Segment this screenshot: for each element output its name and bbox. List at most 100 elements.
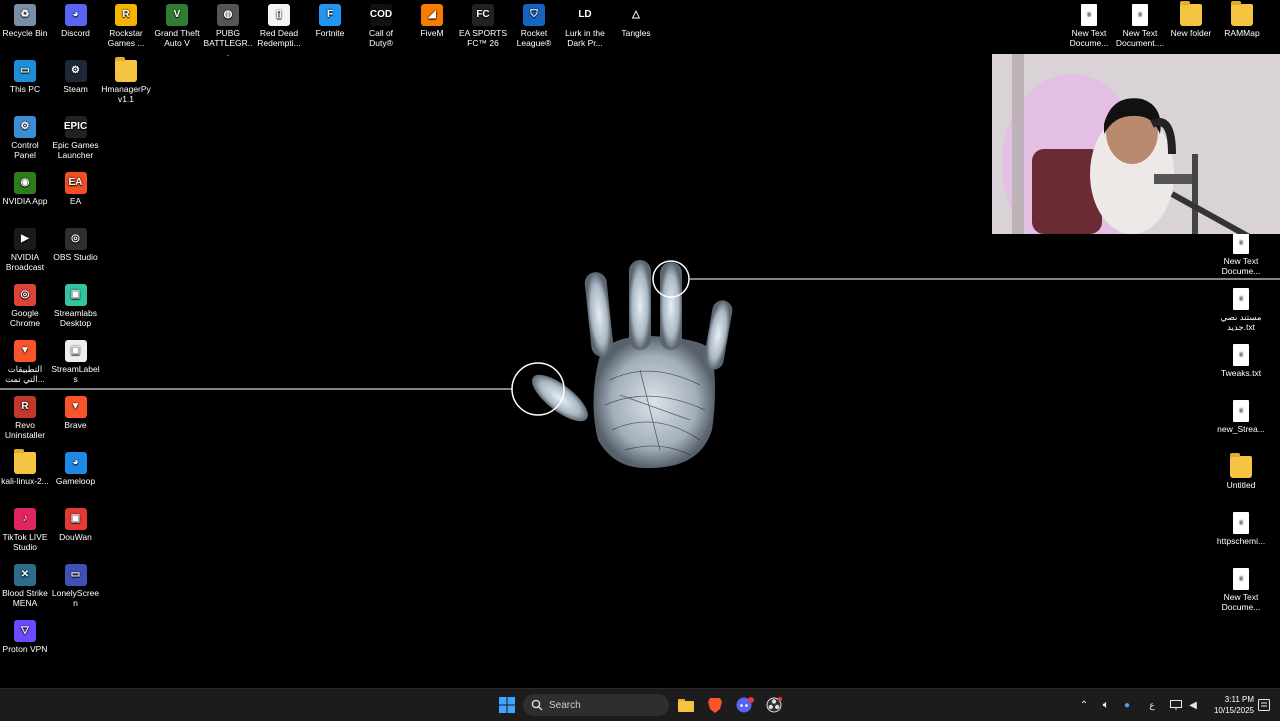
desktop-shortcut-label: httpschemi... (1216, 536, 1266, 546)
desktop-shortcut-red-dead-redempti[interactable]: ▯ Red Dead Redempti... (254, 0, 304, 48)
desktop-shortcut-new-text-docume[interactable]: ≡ New Text Docume... (1216, 564, 1266, 612)
desktop-shortcut-lonelyscreen[interactable]: ▭ LonelyScreen (51, 560, 101, 608)
taskbar: Search ⌃ 🔈︎ ● ع ◀︎ 3:11 PM 10/15/2025 (0, 688, 1280, 721)
clock-time: 3:11 PM (1224, 695, 1254, 704)
desktop-shortcut-item[interactable]: ▼ التطبيقات التي تمت... (0, 336, 50, 384)
desktop-shortcut-new-text-docume[interactable]: ≡ New Text Docume... (1064, 0, 1114, 48)
taskbar-clock[interactable]: 3:11 PM 10/15/2025 (1204, 694, 1254, 716)
desktop-shortcut-tweaks-txt[interactable]: ≡ Tweaks.txt (1216, 340, 1266, 378)
desktop-shortcut-label: Tangles (621, 28, 651, 38)
tray-network-area (1170, 689, 1182, 721)
monitor-icon: ▭ (14, 60, 36, 82)
desktop-shortcut-new-folder[interactable]: New folder (1166, 0, 1216, 38)
desktop-shortcut-label: New Text Docume... (1069, 28, 1109, 48)
desktop-shortcut-gameloop[interactable]: ◕ Gameloop (51, 448, 101, 486)
revo-uninstaller-icon: R (14, 396, 36, 418)
folder-icon (1230, 453, 1252, 478)
desktop-shortcut-new-text-docume[interactable]: ≡ New Text Docume... (1216, 228, 1266, 276)
obs-taskbar-button[interactable] (764, 693, 784, 717)
desktop-shortcut-hmanagerpy-v1-1[interactable]: HmanagerPy v1.1 (101, 56, 151, 104)
desktop-shortcut-call-of-duty[interactable]: COD Call of Duty® (356, 0, 406, 48)
desktop-shortcut-untitled[interactable]: Untitled (1216, 452, 1266, 490)
tray-volume-area: ◀︎ (1187, 689, 1199, 721)
start-button[interactable] (496, 693, 518, 717)
desktop-shortcut-nvidia-broadcast[interactable]: ▶ NVIDIA Broadcast (0, 224, 50, 272)
desktop-shortcut-label: Epic Games Launcher (52, 140, 99, 160)
desktop-shortcut-epic-games-launcher[interactable]: EPIC Epic Games Launcher (51, 112, 101, 160)
show-hidden-icons-chevron-up-icon[interactable]: ⌃ (1076, 700, 1092, 711)
text-file-icon: ≡ (1233, 400, 1249, 422)
desktop-shortcut-grand-theft-auto-v[interactable]: V Grand Theft Auto V (152, 0, 202, 48)
epic-games-icon: EPIC (64, 116, 87, 138)
speaker-volume-icon[interactable]: 🔈︎ (1098, 699, 1114, 712)
folder-icon (14, 449, 36, 474)
desktop-shortcut-streamlabs-desktop[interactable]: ▣ Streamlabs Desktop (51, 280, 101, 328)
rocket-league-icon: ⛉ (523, 4, 545, 26)
tray-mic-area: ● (1120, 689, 1134, 721)
desktop-shortcut-txt[interactable]: ≡ مستند نصي جديد.txt (1216, 284, 1266, 332)
network-monitor-icon[interactable] (1170, 700, 1182, 710)
desktop-shortcut-streamlabels[interactable]: ▣ StreamLabels (51, 336, 101, 384)
desktop-shortcut-blood-strike-mena[interactable]: ✕ Blood Strike MENA (0, 560, 50, 608)
search-placeholder: Search (549, 699, 581, 711)
desktop-shortcut-label: التطبيقات التي تمت... (5, 364, 45, 384)
desktop-shortcut-label: New Text Docume... (1221, 256, 1261, 276)
desktop-shortcut-douwan[interactable]: ▣ DouWan (51, 504, 101, 542)
taskbar-search[interactable]: Search (523, 694, 669, 716)
obs-icon (766, 697, 782, 713)
pubg-icon: ◍ (217, 4, 239, 26)
desktop-shortcut-rammap[interactable]: RAMMap (1217, 0, 1267, 38)
desktop-shortcut-revo-uninstaller[interactable]: R Revo Uninstaller (0, 392, 50, 440)
text-file-icon: ≡ (1233, 232, 1249, 254)
desktop-shortcut-steam[interactable]: ⚙ Steam (51, 56, 101, 94)
folder-icon (1231, 1, 1253, 26)
microphone-icon[interactable]: ● (1120, 700, 1134, 711)
desktop-shortcut-httpschemi[interactable]: ≡ httpschemi... (1216, 508, 1266, 546)
desktop-shortcut-fivem[interactable]: ◢ FiveM (407, 0, 457, 38)
desktop-shortcut-recycle-bin[interactable]: ♻ Recycle Bin (0, 0, 50, 38)
ea-fc-icon: FC (472, 4, 494, 26)
desktop-shortcut-nvidia-app[interactable]: ◉ NVIDIA App (0, 168, 50, 206)
desktop-shortcut-new-strea[interactable]: ≡ new_Strea... (1216, 396, 1266, 434)
desktop-shortcut-control-panel[interactable]: ⚙ Control Panel (0, 112, 50, 160)
desktop-shortcut-ea-sports-fc-26[interactable]: FC EA SPORTS FC™ 26 (458, 0, 508, 48)
desktop-shortcut-label: Blood Strike MENA (2, 588, 48, 608)
brave-taskbar-button[interactable] (705, 693, 725, 717)
proton-vpn-icon: ▽ (14, 620, 36, 642)
desktop-shortcut-obs-studio[interactable]: ◎ OBS Studio (51, 224, 101, 262)
desktop-shortcut-tangles[interactable]: △ Tangles (611, 0, 661, 38)
desktop: ♻ Recycle Bin ▭ This PC ⚙ Control Panel ◉ NVIDI… (0, 0, 1280, 688)
desktop-shortcut-brave[interactable]: ▼ Brave (51, 392, 101, 430)
discord-taskbar-button[interactable] (734, 693, 756, 717)
desktop-shortcut-fortnite[interactable]: F Fortnite (305, 0, 355, 38)
desktop-shortcut-google-chrome[interactable]: ◎ Google Chrome (0, 280, 50, 328)
desktop-shortcut-ea[interactable]: EA EA (51, 168, 101, 206)
desktop-shortcut-discord[interactable]: ◕ Discord (51, 0, 101, 38)
folder-icon (678, 698, 694, 712)
desktop-shortcut-label: Steam (63, 84, 88, 94)
desktop-shortcut-kali-linux-2[interactable]: kali-linux-2... (0, 448, 50, 486)
desktop-shortcut-label: LonelyScreen (51, 588, 100, 608)
file-explorer-button[interactable] (676, 693, 696, 717)
discord-icon: ◕ (64, 4, 87, 26)
desktop-shortcut-proton-vpn[interactable]: ▽ Proton VPN (0, 616, 50, 654)
input-language-indicator[interactable]: ع (1146, 700, 1158, 711)
recycle-bin-icon: ♻ (14, 4, 36, 26)
desktop-shortcut-new-text-document[interactable]: ≡ New Text Document.... (1115, 0, 1165, 48)
desktop-shortcut-rocket-league[interactable]: ⛉ Rocket League® (509, 0, 559, 48)
folder-icon (115, 57, 137, 82)
desktop-shortcut-tiktok-live-studio[interactable]: ♪ TikTok LIVE Studio (0, 504, 50, 552)
volume-icon[interactable]: ◀︎ (1187, 700, 1199, 711)
desktop-shortcut-label: This PC (9, 84, 41, 94)
folder-icon (1180, 1, 1202, 26)
desktop-shortcut-label: FiveM (420, 28, 444, 38)
desktop-shortcut-rockstar-games[interactable]: R Rockstar Games ... (101, 0, 151, 48)
desktop-shortcut-pubg-battlegr[interactable]: ◍ PUBG BATTLEGR... (203, 0, 253, 58)
desktop-shortcut-label: Recycle Bin (2, 28, 48, 38)
desktop-shortcut-this-pc[interactable]: ▭ This PC (0, 56, 50, 94)
notification-center-icon[interactable] (1258, 699, 1270, 711)
desktop-shortcut-lurk-in-the-dark-pr[interactable]: LD Lurk in the Dark Pr... (560, 0, 610, 48)
desktop-shortcut-label: kali-linux-2... (1, 476, 49, 486)
desktop-shortcut-label: Control Panel (11, 140, 39, 160)
streamlabs-icon: ▣ (64, 284, 87, 306)
